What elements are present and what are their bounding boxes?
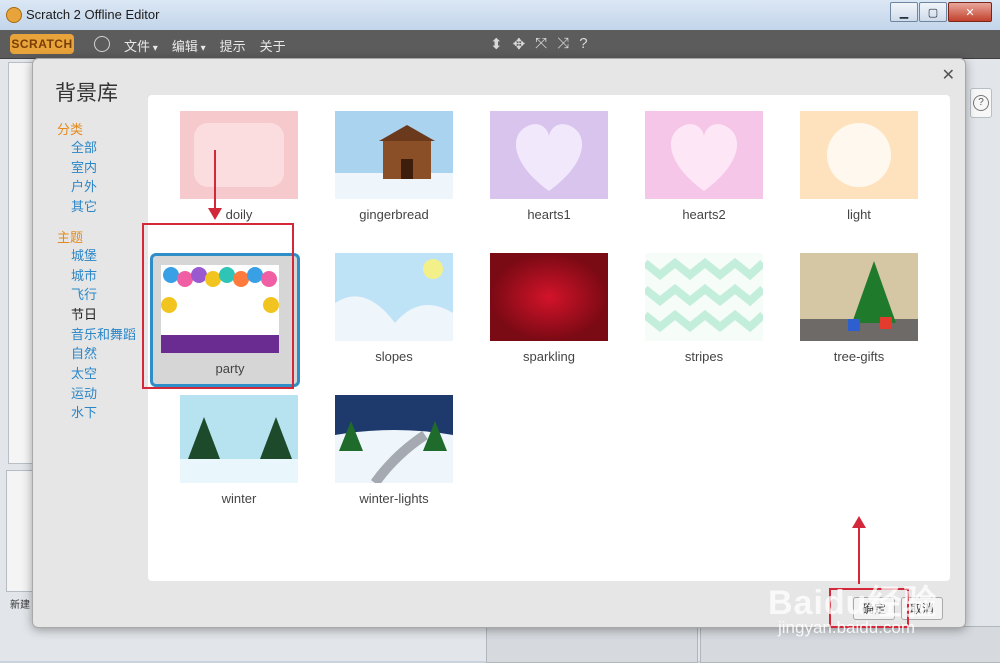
window-title: Scratch 2 Offline Editor [26,7,160,22]
backdrop-tile-light[interactable]: light [782,111,926,239]
sparkling-thumbnail [490,253,608,341]
watermark-url: jingyan.baidu.com [778,618,916,637]
backdrop-name: doily [225,207,253,222]
backdrop-tile-slopes[interactable]: slopes [317,253,461,381]
new-backdrop-label: 新建 [10,600,30,611]
toolbar-icons: ⬍ ✥ ⤧ ⤨ ? [490,35,588,53]
category-item-other[interactable]: 其它 [57,197,157,217]
close-window-button[interactable]: ✕ [948,2,992,22]
help-icon[interactable]: ? [579,35,587,53]
hearts1-thumbnail [490,111,608,199]
title-bar: Scratch 2 Offline Editor ▁ ▢ ✕ [0,0,1000,31]
menu-bar: SCRATCH 文件 编辑 提示 关于 ⬍ ✥ ⤧ ⤨ ? [0,30,1000,59]
backdrop-name: tree-gifts [833,349,885,364]
backdrop-tile-gingerbread[interactable]: gingerbread [317,111,461,239]
menu-edit[interactable]: 编辑 [172,36,206,55]
duplicate-stamp-icon[interactable]: ⬍ [490,35,503,53]
backdrop-name: winter-lights [359,491,429,506]
cut-icon[interactable]: ✥ [513,35,526,53]
backdrop-name: stripes [684,349,724,364]
scratch-logo[interactable]: SCRATCH [10,34,74,54]
backdrop-name: hearts1 [527,207,571,222]
scratch-cat-icon [6,7,22,23]
dialog-title: 背景库 [55,82,118,105]
slopes-thumbnail [335,253,453,341]
winter-lights-thumbnail [335,395,453,483]
hearts2-thumbnail [645,111,763,199]
gingerbread-thumbnail [335,111,453,199]
tree-gifts-thumbnail [800,253,918,341]
stripes-thumbnail [645,253,763,341]
backdrop-tile-sparkling[interactable]: sparkling [472,253,616,381]
menu-file[interactable]: 文件 [124,36,158,55]
backdrop-name: light [847,207,871,222]
category-item-outdoors[interactable]: 户外 [57,177,157,197]
category-group-title: 分类 [57,122,84,137]
selection-highlight-box [142,223,294,389]
stage-area [8,62,34,464]
language-globe-icon[interactable] [94,36,110,52]
help-sidebar[interactable]: ? [970,88,992,118]
maximize-button[interactable]: ▢ [919,2,947,22]
backdrop-name: gingerbread [359,207,429,222]
close-icon[interactable]: ✕ [942,65,955,85]
grow-icon[interactable]: ⤧ [535,35,547,53]
category-group: 分类 全部 室内 户外 其它 [57,119,157,217]
menu-tips[interactable]: 提示 [220,36,246,55]
backdrop-name: slopes [375,349,413,364]
minimize-button[interactable]: ▁ [890,2,918,22]
backdrop-tile-winter-lights[interactable]: winter-lights [317,395,461,523]
bottom-panel-left [486,626,698,663]
backdrop-tile-hearts2[interactable]: hearts2 [627,111,771,239]
shrink-icon[interactable]: ⤨ [557,35,569,53]
backdrop-tile-tree-gifts[interactable]: tree-gifts [782,253,926,381]
question-icon[interactable]: ? [973,95,989,111]
category-item-all[interactable]: 全部 [57,138,157,158]
annotation-arrow-down [208,150,222,220]
menu-about[interactable]: 关于 [260,36,286,55]
backdrop-name: hearts2 [682,207,726,222]
watermark-logo: Baidu经验 [768,584,938,622]
backdrop-name: winter [221,491,257,506]
menu-items: 文件 编辑 提示 关于 [124,36,286,55]
backdrop-tile-hearts1[interactable]: hearts1 [472,111,616,239]
backdrop-tile-doily[interactable]: doily [162,111,306,239]
theme-item-underwater[interactable]: 水下 [57,403,157,423]
light-thumbnail [800,111,918,199]
backdrop-name: sparkling [522,349,576,364]
doily-thumbnail [180,111,298,199]
backdrop-tile-winter[interactable]: winter [162,395,306,523]
winter-thumbnail [180,395,298,483]
category-item-indoors[interactable]: 室内 [57,158,157,178]
backdrop-tile-stripes[interactable]: stripes [627,253,771,381]
window-controls: ▁ ▢ ✕ [889,2,992,22]
